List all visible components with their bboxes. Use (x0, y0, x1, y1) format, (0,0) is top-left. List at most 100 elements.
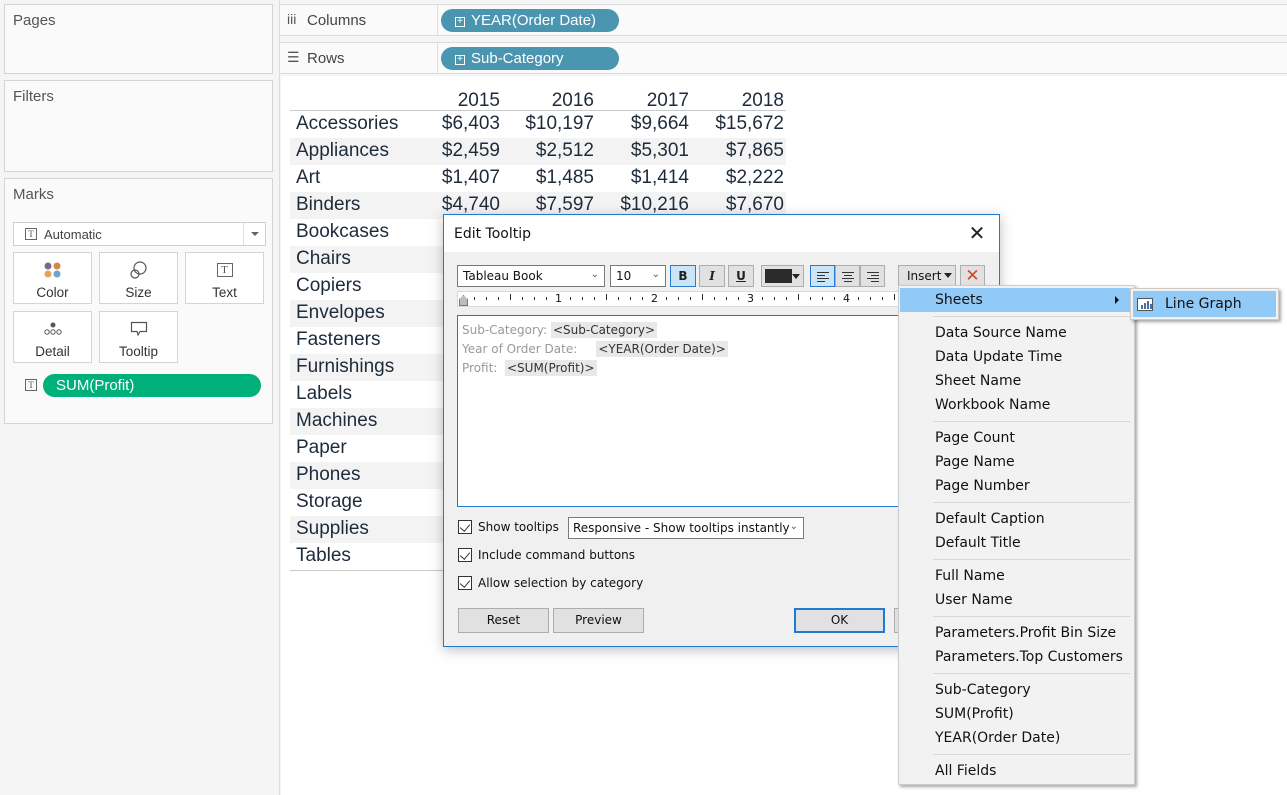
editor-line[interactable]: Sub-Category: <Sub-Category> (462, 321, 897, 340)
row-header[interactable]: Copiers (296, 275, 361, 297)
profit-cell[interactable]: $1,485 (504, 167, 594, 189)
profit-cell[interactable]: $2,512 (504, 140, 594, 162)
row-header[interactable]: Binders (296, 194, 360, 216)
color-button[interactable]: Color (13, 252, 92, 304)
mark-type-dropdown[interactable]: T Automatic (13, 222, 266, 246)
menu-item-default-caption[interactable]: Default Caption (900, 507, 1133, 531)
row-header[interactable]: Bookcases (296, 221, 389, 243)
profit-cell[interactable]: $2,459 (410, 140, 500, 162)
dialog-titlebar[interactable]: Edit Tooltip ✕ (444, 215, 999, 252)
profit-cell[interactable]: $10,216 (599, 194, 689, 216)
tooltip-mode-select[interactable]: Responsive - Show tooltips instantly ⌄ (568, 517, 804, 539)
detail-button[interactable]: Detail (13, 311, 92, 363)
menu-item-user-name[interactable]: User Name (900, 588, 1133, 612)
align-left-button[interactable] (810, 265, 835, 287)
year-header[interactable]: 2016 (504, 90, 594, 112)
menu-item-default-title[interactable]: Default Title (900, 531, 1133, 555)
profit-cell[interactable]: $1,414 (599, 167, 689, 189)
show-tooltips-checkbox[interactable] (458, 520, 472, 534)
menu-item-page-number[interactable]: Page Number (900, 474, 1133, 498)
editor-field-token[interactable]: <Sub-Category> (550, 322, 658, 338)
editor-line[interactable]: Year of Order Date: <YEAR(Order Date)> (462, 340, 897, 359)
pages-shelf[interactable]: Pages (4, 4, 273, 74)
chevron-down-icon[interactable] (243, 223, 265, 245)
font-family-select[interactable]: Tableau Book ⌄ (457, 265, 605, 287)
italic-button[interactable]: I (699, 265, 725, 287)
sum-profit-pill[interactable]: SUM(Profit) (43, 374, 261, 397)
year-header[interactable]: 2017 (599, 90, 689, 112)
underline-button[interactable]: U (728, 265, 754, 287)
profit-cell[interactable]: $15,672 (694, 113, 784, 135)
year-header[interactable]: 2015 (410, 90, 500, 112)
year-order-date-pill[interactable]: + YEAR(Order Date) (441, 9, 619, 32)
submenu-item-line-graph[interactable]: Line Graph (1133, 291, 1276, 317)
menu-item-page-name[interactable]: Page Name (900, 450, 1133, 474)
rows-shelf[interactable]: ☰ Rows + Sub-Category (280, 42, 1287, 74)
font-size-select[interactable]: 10 ⌄ (610, 265, 666, 287)
row-header[interactable]: Machines (296, 410, 377, 432)
insert-button[interactable]: Insert (898, 265, 956, 287)
align-center-button[interactable] (835, 265, 860, 287)
columns-shelf[interactable]: iii Columns + YEAR(Order Date) (280, 4, 1287, 36)
menu-item-sum-profit[interactable]: SUM(Profit) (900, 702, 1133, 726)
menu-item-all-fields[interactable]: All Fields (900, 759, 1133, 783)
profit-cell[interactable]: $5,301 (599, 140, 689, 162)
menu-item-sheet-name[interactable]: Sheet Name (900, 369, 1133, 393)
tooltip-editor[interactable]: Sub-Category: <Sub-Category> Year of Orde… (457, 315, 902, 507)
ok-button[interactable]: OK (794, 608, 885, 633)
row-header[interactable]: Art (296, 167, 320, 189)
row-header[interactable]: Chairs (296, 248, 351, 270)
filters-shelf[interactable]: Filters (4, 80, 273, 172)
ruler[interactable]: 1 2 3 4 (457, 291, 902, 307)
profit-cell[interactable]: $9,664 (599, 113, 689, 135)
sub-category-pill[interactable]: + Sub-Category (441, 47, 619, 70)
menu-item-parameters-profit-bin-size[interactable]: Parameters.Profit Bin Size (900, 621, 1133, 645)
indent-marker[interactable] (459, 295, 468, 306)
preview-button[interactable]: Preview (553, 608, 644, 633)
row-header[interactable]: Fasteners (296, 329, 380, 351)
menu-item-parameters-top-customers[interactable]: Parameters.Top Customers (900, 645, 1133, 669)
tooltip-button[interactable]: Tooltip (99, 311, 178, 363)
profit-cell[interactable]: $7,597 (504, 194, 594, 216)
profit-cell[interactable]: $4,740 (410, 194, 500, 216)
menu-item-data-update-time[interactable]: Data Update Time (900, 345, 1133, 369)
row-header[interactable]: Accessories (296, 113, 398, 135)
table-row[interactable]: Accessories $6,403 $10,197 $9,664 $15,672 (290, 111, 786, 138)
menu-item-page-count[interactable]: Page Count (900, 426, 1133, 450)
row-header[interactable]: Tables (296, 545, 351, 567)
allow-selection-checkbox[interactable] (458, 576, 472, 590)
reset-button[interactable]: Reset (458, 608, 549, 633)
row-header[interactable]: Appliances (296, 140, 389, 162)
menu-item-data-source-name[interactable]: Data Source Name (900, 321, 1133, 345)
font-color-button[interactable] (761, 265, 804, 287)
profit-cell[interactable]: $2,222 (694, 167, 784, 189)
menu-item-sheets[interactable]: Sheets (900, 288, 1133, 312)
editor-field-token[interactable]: <SUM(Profit)> (504, 360, 597, 376)
editor-field-token[interactable]: <YEAR(Order Date)> (596, 341, 728, 357)
year-header[interactable]: 2018 (694, 90, 784, 112)
menu-item-full-name[interactable]: Full Name (900, 564, 1133, 588)
row-header[interactable]: Paper (296, 437, 347, 459)
clear-formatting-button[interactable]: ✕ (960, 265, 985, 287)
profit-cell[interactable]: $7,865 (694, 140, 784, 162)
editor-line[interactable]: Profit: <SUM(Profit)> (462, 359, 897, 378)
size-button[interactable]: Size (99, 252, 178, 304)
menu-item-sub-category[interactable]: Sub-Category (900, 678, 1133, 702)
row-header[interactable]: Envelopes (296, 302, 385, 324)
row-header[interactable]: Phones (296, 464, 360, 486)
include-command-buttons-checkbox[interactable] (458, 548, 472, 562)
table-row[interactable]: Appliances $2,459 $2,512 $5,301 $7,865 (290, 138, 786, 165)
row-header[interactable]: Supplies (296, 518, 369, 540)
menu-item-workbook-name[interactable]: Workbook Name (900, 393, 1133, 417)
row-header[interactable]: Furnishings (296, 356, 394, 378)
profit-cell[interactable]: $6,403 (410, 113, 500, 135)
bold-button[interactable]: B (670, 265, 696, 287)
expand-icon[interactable]: + (455, 17, 465, 27)
text-button[interactable]: T Text (185, 252, 264, 304)
close-icon[interactable]: ✕ (967, 223, 987, 243)
profit-cell[interactable]: $1,407 (410, 167, 500, 189)
align-right-button[interactable] (860, 265, 885, 287)
profit-cell[interactable]: $10,197 (504, 113, 594, 135)
row-header[interactable]: Storage (296, 491, 363, 513)
menu-item-year-order-date[interactable]: YEAR(Order Date) (900, 726, 1133, 750)
